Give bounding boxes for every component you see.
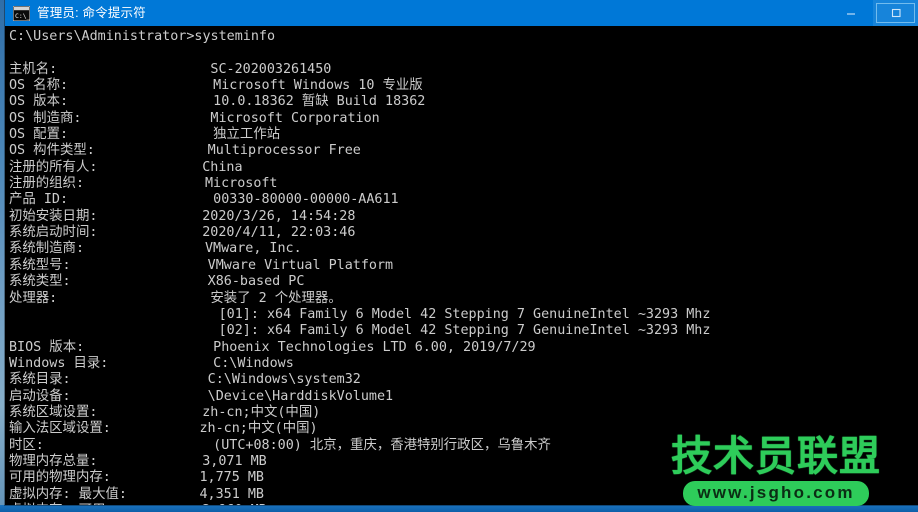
taskbar[interactable] (0, 505, 918, 512)
window-controls (828, 0, 918, 26)
maximize-button[interactable] (873, 0, 918, 26)
console-output-area[interactable]: C:\Users\Administrator>systeminfo 主机名: S… (5, 26, 918, 505)
minimize-button[interactable] (828, 0, 873, 26)
minimize-icon (846, 13, 855, 15)
window-title: 管理员: 命令提示符 (37, 6, 146, 20)
maximize-icon (891, 8, 901, 18)
console-text: C:\Users\Administrator>systeminfo 主机名: S… (9, 29, 711, 505)
command-prompt-window: C:\_ 管理员: 命令提示符 C:\Users\Administrator>s… (5, 0, 918, 505)
svg-text:C:\_: C:\_ (15, 12, 30, 20)
title-bar[interactable]: C:\_ 管理员: 命令提示符 (5, 0, 918, 26)
cmd-icon: C:\_ (13, 5, 30, 21)
